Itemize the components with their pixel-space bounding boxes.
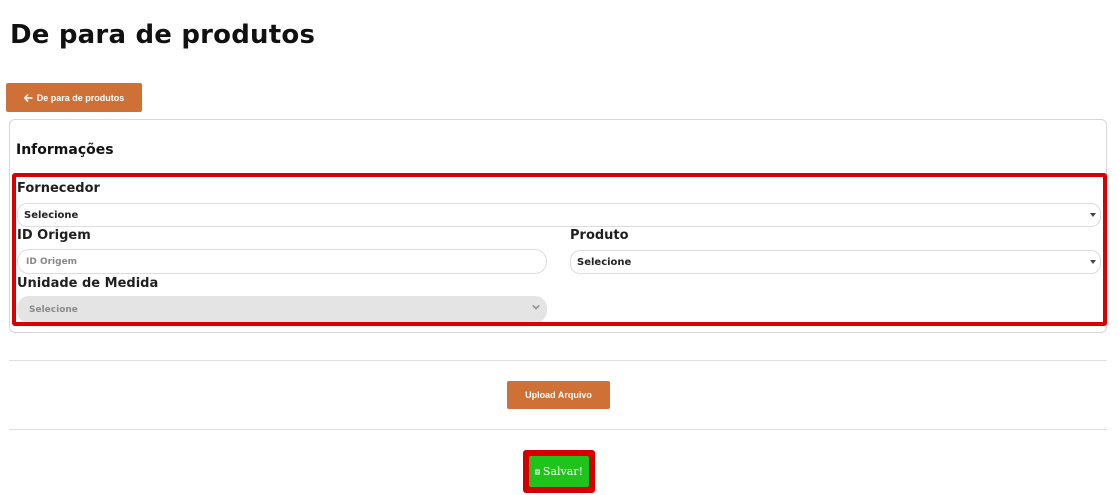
divider (9, 429, 1107, 430)
save-button[interactable]: Salvar! (529, 456, 589, 487)
page-title: De para de produtos (10, 20, 316, 50)
produto-select[interactable]: Selecione (570, 250, 1101, 274)
produto-select-value: Selecione (577, 256, 632, 268)
floppy-disk-icon (535, 468, 540, 475)
fornecedor-label: Fornecedor (17, 181, 100, 196)
produto-label: Produto (570, 228, 629, 243)
unidade-medida-select-value: Selecione (29, 304, 78, 315)
unidade-medida-label: Unidade de Medida (17, 276, 159, 291)
chevron-down-icon (532, 304, 540, 310)
upload-file-button[interactable]: Upload Arquivo (507, 381, 610, 409)
fornecedor-select[interactable]: Selecione (17, 203, 1101, 227)
divider (9, 360, 1107, 361)
caret-down-icon (1090, 260, 1096, 264)
id-origem-input[interactable] (17, 249, 547, 274)
arrow-left-icon (23, 93, 33, 102)
save-button-label: Salvar! (542, 465, 583, 478)
back-button[interactable]: De para de produtos (6, 83, 142, 112)
unidade-medida-select[interactable]: Selecione (17, 296, 547, 323)
caret-down-icon (1090, 213, 1096, 217)
back-button-label: De para de produtos (36, 92, 125, 103)
card-title: Informações (16, 142, 114, 158)
fornecedor-select-value: Selecione (24, 209, 79, 221)
id-origem-label: ID Origem (17, 228, 91, 243)
